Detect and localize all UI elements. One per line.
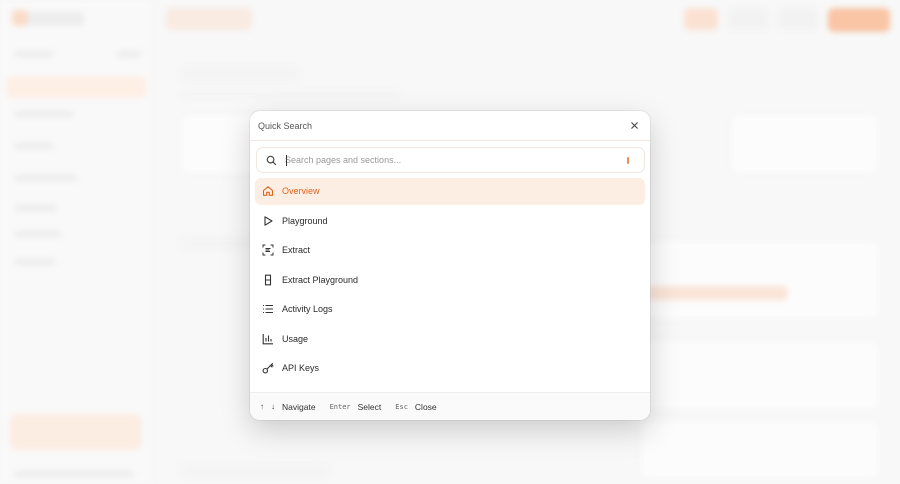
- result-label: Activity Logs: [282, 304, 333, 315]
- list-icon: [263, 305, 273, 314]
- quick-search-dialog: Quick Search Overview Playground Extr: [250, 111, 650, 420]
- search-icon: [266, 155, 277, 165]
- play-icon: [264, 216, 273, 226]
- text-caret: [286, 155, 287, 166]
- close-icon: [630, 122, 638, 129]
- result-label: Overview: [282, 186, 320, 197]
- close-hint: Close: [414, 401, 437, 412]
- result-item-overview[interactable]: Overview: [255, 178, 645, 205]
- bar-chart-icon: [262, 333, 273, 345]
- dialog-header: Quick Search: [250, 111, 650, 141]
- result-item-usage[interactable]: Usage: [255, 326, 645, 353]
- result-item-playground[interactable]: Playground: [255, 208, 645, 235]
- dialog-title: Quick Search: [258, 120, 313, 131]
- home-icon: [262, 186, 274, 197]
- close-button[interactable]: [627, 119, 641, 133]
- result-item-api-keys[interactable]: API Keys: [255, 355, 645, 382]
- flask-icon: [264, 274, 272, 286]
- result-item-activity-logs[interactable]: Activity Logs: [255, 296, 645, 323]
- esc-key-hint: Esc: [395, 402, 408, 411]
- up-arrow-icon: ↑: [260, 402, 264, 411]
- result-label: API Keys: [282, 363, 320, 374]
- scan-text-icon: [262, 244, 274, 256]
- navigate-hint: Navigate: [282, 401, 316, 412]
- result-label: Extract Playground: [282, 274, 359, 285]
- dialog-footer: ↑ ↓ Navigate Enter Select Esc Close: [250, 392, 650, 420]
- result-label: Playground: [282, 215, 328, 226]
- search-input[interactable]: [285, 155, 627, 165]
- recording-indicator: [627, 156, 629, 164]
- key-icon: [262, 363, 274, 374]
- enter-key-hint: Enter: [329, 402, 351, 411]
- search-box[interactable]: [256, 147, 645, 173]
- down-arrow-icon: ↓: [271, 402, 275, 411]
- select-hint: Select: [357, 401, 382, 412]
- result-label: Extract: [282, 245, 311, 256]
- result-label: Usage: [282, 333, 309, 344]
- result-item-extract-playground[interactable]: Extract Playground: [255, 267, 645, 294]
- result-item-extract[interactable]: Extract: [255, 237, 645, 264]
- results-list: Overview Playground Extract Extract Play…: [255, 178, 645, 385]
